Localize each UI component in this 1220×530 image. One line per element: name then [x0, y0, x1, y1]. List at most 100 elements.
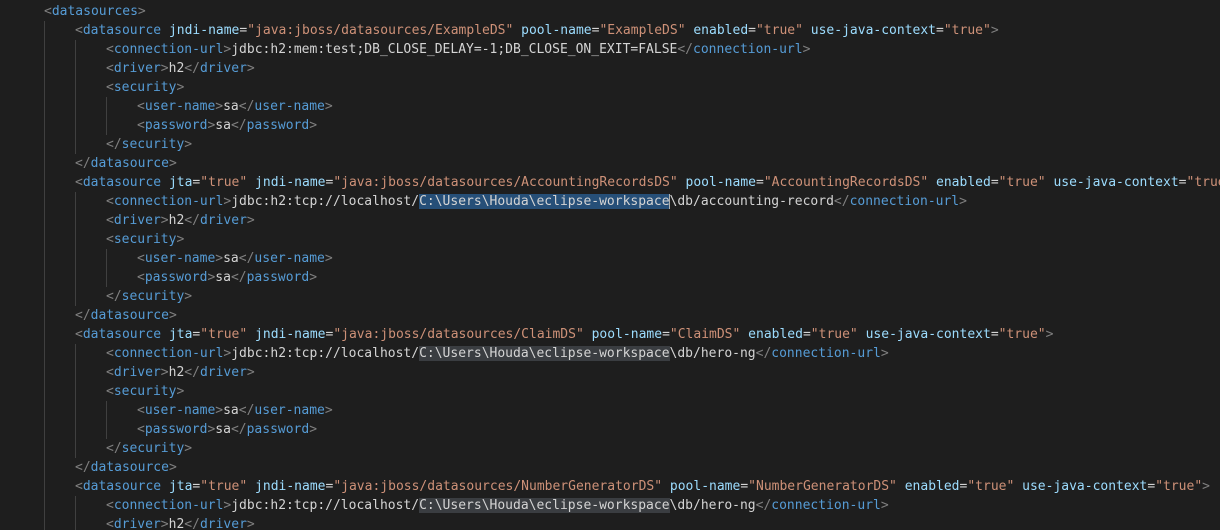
text-content: h2 — [168, 213, 185, 228]
code-line[interactable]: <datasource jndi-name = "java:jboss/dataso… — [0, 21, 1220, 40]
code-bracket: </ — [238, 251, 255, 266]
code-line[interactable]: <datasources> — [0, 2, 1220, 21]
tag-name: security — [113, 384, 177, 399]
attribute-name: use-java-context — [1022, 479, 1148, 494]
code-line[interactable]: <user-name>sa</user-name> — [0, 97, 1220, 116]
text-content — [740, 327, 748, 342]
code-text: <security> — [106, 78, 184, 97]
code-line[interactable]: </security> — [0, 439, 1220, 458]
tag-name: driver — [199, 365, 247, 380]
code-line[interactable]: <security> — [0, 78, 1220, 97]
indent-guide — [75, 249, 76, 268]
attribute-name: enabled — [904, 479, 960, 494]
indent-guide — [44, 306, 45, 325]
indent-guide — [106, 249, 107, 268]
code-bracket: </ — [184, 365, 200, 380]
code-line[interactable]: <driver>h2</driver> — [0, 211, 1220, 230]
code-bracket: > — [246, 365, 255, 380]
text-content: jdbc:h2:tcp://localhost/ — [231, 346, 420, 361]
attribute-value: "true" — [810, 327, 858, 342]
indent-guide — [75, 439, 76, 458]
attribute-name: pool-name — [521, 23, 592, 38]
code-bracket: < — [137, 99, 145, 114]
code-line[interactable]: <connection-url>jdbc:h2:tcp://localhost/… — [0, 192, 1220, 211]
code-line[interactable]: <driver>h2</driver> — [0, 515, 1220, 530]
code-bracket: > — [880, 346, 889, 361]
tag-name: security — [113, 232, 177, 247]
attribute-value: "true" — [943, 23, 991, 38]
code-line[interactable]: <security> — [0, 230, 1220, 249]
code-line[interactable]: </security> — [0, 287, 1220, 306]
code-line[interactable]: <user-name>sa</user-name> — [0, 401, 1220, 420]
attribute-value: "true" — [998, 327, 1046, 342]
code-bracket: < — [44, 4, 52, 19]
code-line[interactable]: </datasource> — [0, 458, 1220, 477]
attribute-value: "true" — [200, 479, 248, 494]
indent-guide — [44, 154, 45, 173]
indent-guide — [75, 97, 76, 116]
code-text: </security> — [106, 439, 192, 458]
code-bracket: < — [106, 42, 114, 57]
code-bracket: > — [990, 23, 999, 38]
attribute-value: "java:jboss/datasources/NumberGeneratorD… — [333, 479, 663, 494]
code-text: </datasource> — [75, 306, 177, 325]
tag-name: user-name — [254, 403, 325, 418]
indent-guide — [75, 59, 76, 78]
indent-guide — [44, 382, 45, 401]
code-line[interactable]: <connection-url>jdbc:h2:tcp://localhost/… — [0, 344, 1220, 363]
code-bracket: > — [160, 213, 169, 228]
indent-guide — [44, 477, 45, 496]
code-bracket: > — [184, 441, 193, 456]
text-content — [161, 479, 169, 494]
tag-name: password — [144, 118, 208, 133]
indent-guide — [106, 420, 107, 439]
indent-guide — [75, 363, 76, 382]
tag-name: security — [121, 441, 185, 456]
code-line[interactable]: <datasource jta="true" jndi-name="java:j… — [0, 477, 1220, 496]
code-line[interactable]: <security> — [0, 382, 1220, 401]
code-text: <password>sa</password> — [137, 420, 317, 439]
code-line[interactable]: <password>sa</password> — [0, 268, 1220, 287]
code-line[interactable]: </datasource> — [0, 306, 1220, 325]
text-content — [897, 479, 905, 494]
code-line[interactable]: <password>sa</password> — [0, 420, 1220, 439]
code-bracket: </ — [230, 118, 247, 133]
code-text: <password>sa</password> — [137, 268, 317, 287]
code-bracket: > — [160, 365, 169, 380]
attribute-value: "ClaimDS" — [669, 327, 741, 342]
code-line[interactable]: <datasource jta="true" jndi-name="java:j… — [0, 173, 1220, 192]
code-bracket: > — [324, 403, 333, 418]
tag-name: driver — [199, 213, 247, 228]
code-bracket: > — [168, 156, 177, 171]
tag-name: connection-url — [113, 498, 224, 513]
text-content: sa — [223, 251, 239, 266]
code-bracket: > — [324, 99, 333, 114]
indent-guide — [75, 211, 76, 230]
code-line[interactable]: <password>sa</password> — [0, 116, 1220, 135]
code-editor[interactable]: <datasources> <datasource jndi-name="java… — [0, 0, 1220, 530]
code-bracket: < — [106, 232, 114, 247]
code-line[interactable]: <connection-url>jdbc:h2:mem:test;DB_CLOS… — [0, 40, 1220, 59]
code-line[interactable]: <connection-url>jdbc:h2:tcp://localhost/… — [0, 496, 1220, 515]
code-line[interactable]: </datasource> — [0, 154, 1220, 173]
attribute-value: "true" — [1186, 175, 1220, 190]
code-text: <user-name>sa</user-name> — [137, 401, 333, 420]
code-line[interactable]: <user-name>sa</user-name> — [0, 249, 1220, 268]
code-bracket: </ — [184, 61, 200, 76]
code-line[interactable]: <driver>h2</driver> — [0, 363, 1220, 382]
text-content — [858, 327, 866, 342]
indent-guide — [75, 287, 76, 306]
text-content — [161, 327, 169, 342]
code-line[interactable]: <datasource jta="true" jndi-name="java:j… — [0, 325, 1220, 344]
code-line[interactable]: <driver>h2</driver> — [0, 59, 1220, 78]
text-content: sa — [215, 422, 231, 437]
indent-guide — [106, 268, 107, 287]
code-bracket: < — [106, 498, 114, 513]
code-bracket: </ — [75, 460, 91, 475]
code-bracket: < — [75, 479, 83, 494]
tag-name: connection-url — [113, 42, 224, 57]
code-bracket: > — [324, 251, 333, 266]
code-bracket: < — [106, 517, 114, 530]
code-line[interactable]: </security> — [0, 135, 1220, 154]
code-text: <password>sa</password> — [137, 116, 317, 135]
